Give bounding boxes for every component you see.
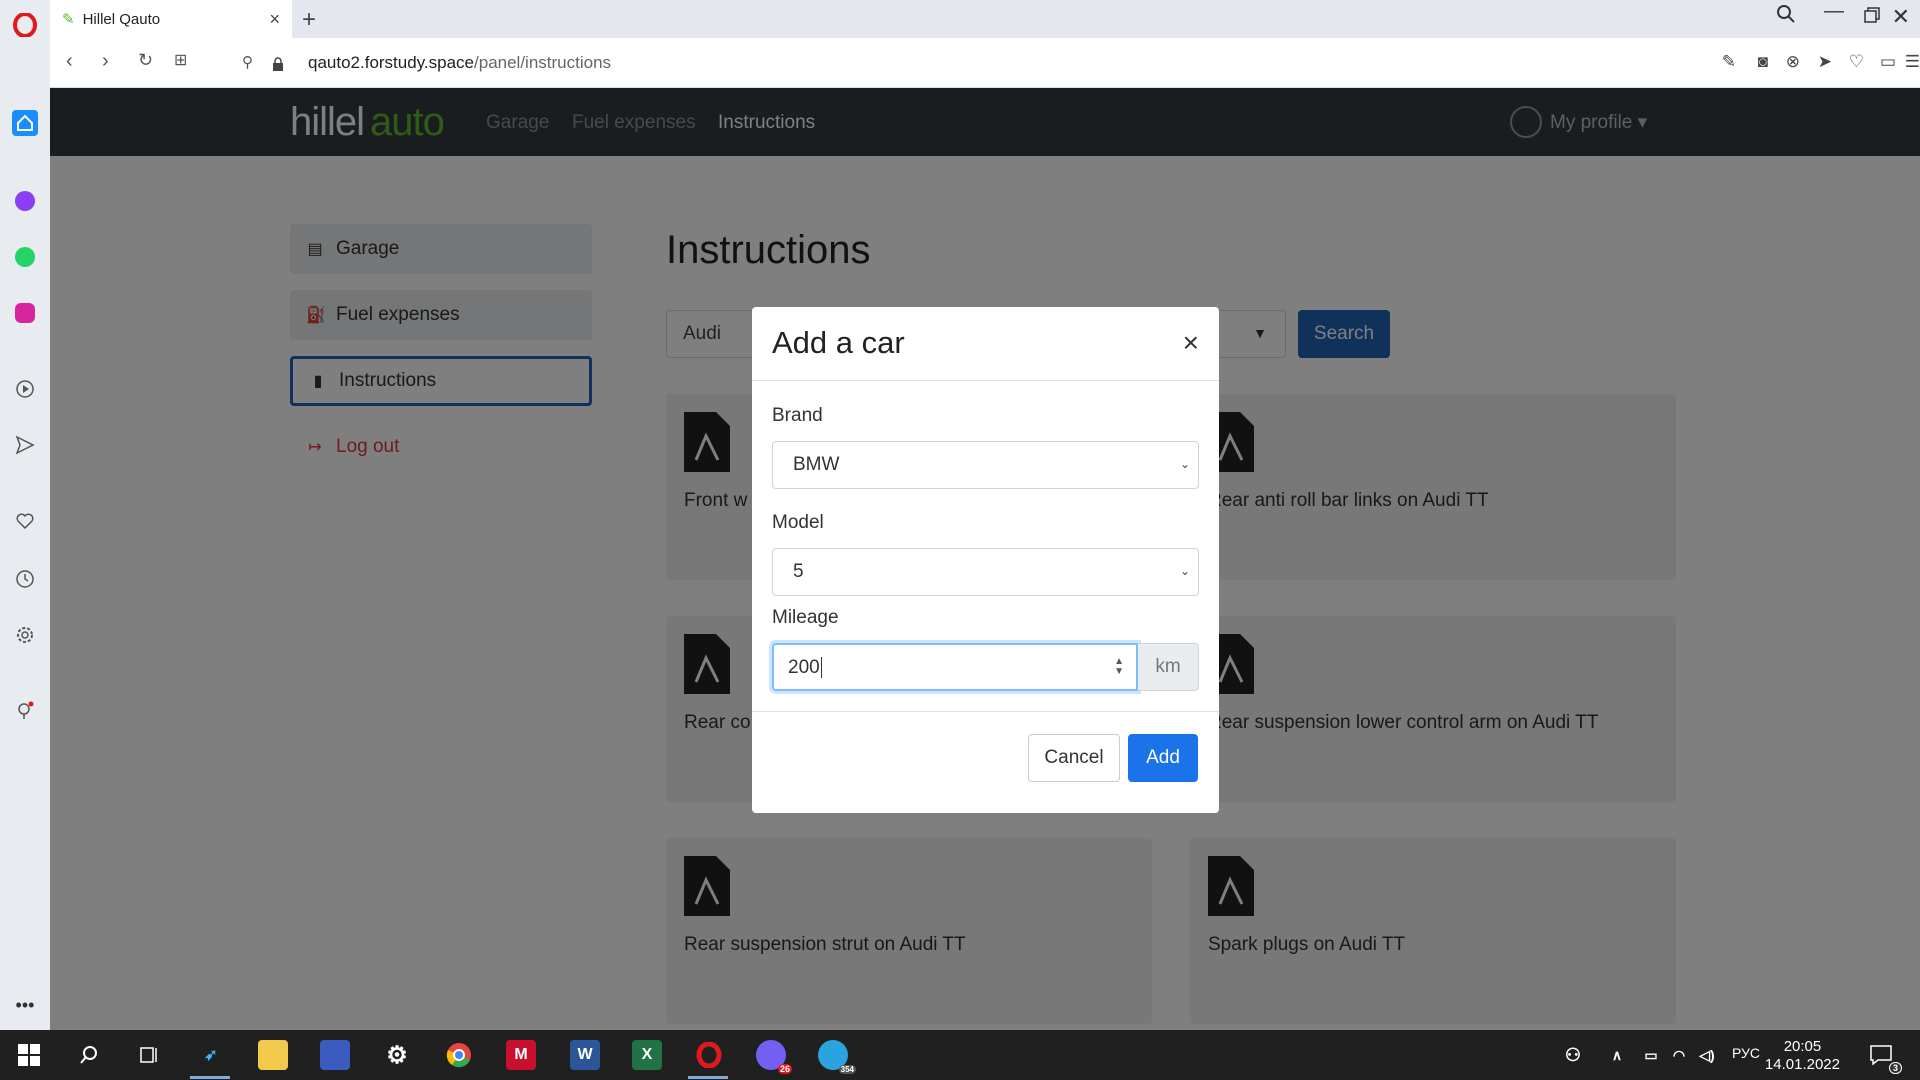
modal-title: Add a car <box>772 325 905 360</box>
url-path: /panel/instructions <box>474 53 612 72</box>
chevron-down-icon: ⌄ <box>1179 564 1190 578</box>
tray-chevron-icon[interactable]: ∧ <box>1602 1040 1632 1070</box>
notifications-badge: 3 <box>1888 1062 1902 1074</box>
tab-close-icon[interactable]: × <box>269 9 280 30</box>
reload-icon[interactable]: ↻ <box>138 50 153 71</box>
whatsapp-icon[interactable] <box>12 244 38 270</box>
restore-icon[interactable] <box>1864 6 1880 29</box>
people-icon[interactable]: ⚇ <box>1558 1040 1588 1070</box>
tab-title: Hillel Qauto <box>82 10 161 28</box>
history-icon[interactable] <box>12 566 38 592</box>
lock-icon <box>272 54 284 77</box>
telegram-badge: 354 <box>838 1065 856 1074</box>
send-icon[interactable] <box>12 432 38 458</box>
windows-taskbar: ➶ ⚙ M W X 26 354 ⚇ ∧ ▭ ◠ ◁) РУС 20:05 14… <box>0 1030 1920 1080</box>
brand-select-value: BMW <box>793 454 840 475</box>
viber-icon[interactable]: 26 <box>756 1040 792 1074</box>
floppy-icon[interactable] <box>320 1040 350 1070</box>
model-label: Model <box>772 512 824 533</box>
viber-badge: 26 <box>777 1064 792 1074</box>
tabs-grid-icon[interactable]: ⊞ <box>174 50 187 70</box>
browser-tab[interactable]: ✎ Hillel Qauto × <box>50 0 292 38</box>
mileage-input[interactable]: 200 ▲ ▼ <box>772 643 1138 691</box>
opera-icon[interactable] <box>694 1040 724 1070</box>
cancel-button[interactable]: Cancel <box>1028 734 1120 782</box>
add-button[interactable]: Add <box>1128 734 1198 782</box>
chrome-icon[interactable] <box>444 1040 474 1070</box>
active-app-indicator <box>688 1076 728 1079</box>
model-select-value: 5 <box>793 561 804 582</box>
mcafee-icon[interactable]: M <box>506 1040 536 1070</box>
url-field[interactable]: qauto2.forstudy.space/panel/instructions <box>308 53 611 73</box>
key-icon[interactable]: ⚲ <box>242 53 253 71</box>
wifi-icon[interactable]: ◠ <box>1664 1040 1694 1070</box>
tab-favicon-icon: ✎ <box>62 11 75 28</box>
excel-icon[interactable]: X <box>632 1040 662 1070</box>
battery-icon[interactable]: ▭ <box>1880 52 1896 72</box>
opera-logo-icon[interactable] <box>12 12 38 38</box>
word-icon[interactable]: W <box>570 1040 600 1070</box>
search-tabs-icon[interactable] <box>1776 4 1796 30</box>
windows-start-icon[interactable] <box>14 1040 44 1070</box>
close-window-icon[interactable]: ✕ <box>1892 4 1910 30</box>
number-spinner-icon[interactable]: ▲ ▼ <box>1114 657 1124 677</box>
url-host: qauto2.forstudy.space <box>308 53 475 72</box>
model-select[interactable]: 5 ⌄ <box>772 548 1199 596</box>
modal-footer: Cancel Add <box>752 711 1219 813</box>
brand-select[interactable]: BMW ⌄ <box>772 441 1199 489</box>
new-tab-button[interactable]: + <box>302 6 316 34</box>
mileage-unit: km <box>1138 643 1199 691</box>
minimize-icon[interactable]: — <box>1824 0 1844 23</box>
adblock-icon[interactable]: ⊗ <box>1786 52 1800 72</box>
share-icon[interactable]: ✎ <box>1722 52 1736 72</box>
active-app-indicator <box>190 1076 230 1079</box>
home-icon[interactable] <box>12 110 38 136</box>
easy-setup-icon[interactable]: ☰ <box>1905 52 1920 72</box>
brand-label: Brand <box>772 405 823 426</box>
input-language[interactable]: РУС <box>1732 1045 1760 1061</box>
clock[interactable]: 20:05 14.01.2022 <box>1765 1038 1840 1074</box>
settings-icon[interactable] <box>12 622 38 648</box>
opera-sidebar: ••• <box>0 0 50 1030</box>
task-view-icon[interactable] <box>134 1040 164 1070</box>
file-explorer-icon[interactable] <box>258 1040 288 1070</box>
chevron-down-icon: ⌄ <box>1179 457 1190 471</box>
clock-date: 14.01.2022 <box>1764 1056 1840 1073</box>
forward-icon[interactable]: › <box>102 50 109 73</box>
settings-gear-icon[interactable]: ⚙ <box>382 1040 412 1070</box>
camera-icon[interactable]: ◙ <box>1758 52 1768 72</box>
mileage-label: Mileage <box>772 607 839 628</box>
bookmark-heart-icon[interactable]: ♡ <box>1849 52 1864 72</box>
clock-time: 20:05 <box>1783 1038 1822 1055</box>
flow-icon[interactable]: ➤ <box>1818 52 1832 72</box>
tips-icon[interactable] <box>12 698 38 724</box>
page: hillelauto Garage Fuel expenses Instruct… <box>50 88 1920 1030</box>
more-icon[interactable]: ••• <box>12 992 38 1018</box>
volume-icon[interactable]: ◁) <box>1692 1040 1722 1070</box>
address-bar: ‹ › ↻ ⊞ ⚲ qauto2.forstudy.space/panel/in… <box>50 38 1920 88</box>
app-bird-icon[interactable]: ➶ <box>196 1040 226 1070</box>
instagram-icon[interactable] <box>12 300 38 326</box>
close-icon[interactable]: × <box>1183 327 1199 359</box>
messenger-icon[interactable] <box>12 188 38 214</box>
tab-bar: ✎ Hillel Qauto × + — ✕ <box>50 0 1920 38</box>
player-icon[interactable] <box>12 376 38 402</box>
telegram-icon[interactable]: 354 <box>818 1040 856 1074</box>
notifications-icon[interactable]: 3 <box>1866 1040 1902 1074</box>
mileage-value: 200 <box>788 657 820 678</box>
back-icon[interactable]: ‹ <box>66 50 73 73</box>
search-icon[interactable] <box>74 1040 104 1070</box>
modal-header: Add a car × <box>752 307 1219 381</box>
battery-tray-icon[interactable]: ▭ <box>1636 1040 1666 1070</box>
heart-icon[interactable] <box>12 508 38 534</box>
add-car-modal: Add a car × Brand BMW ⌄ Model 5 ⌄ Mileag… <box>752 307 1219 813</box>
